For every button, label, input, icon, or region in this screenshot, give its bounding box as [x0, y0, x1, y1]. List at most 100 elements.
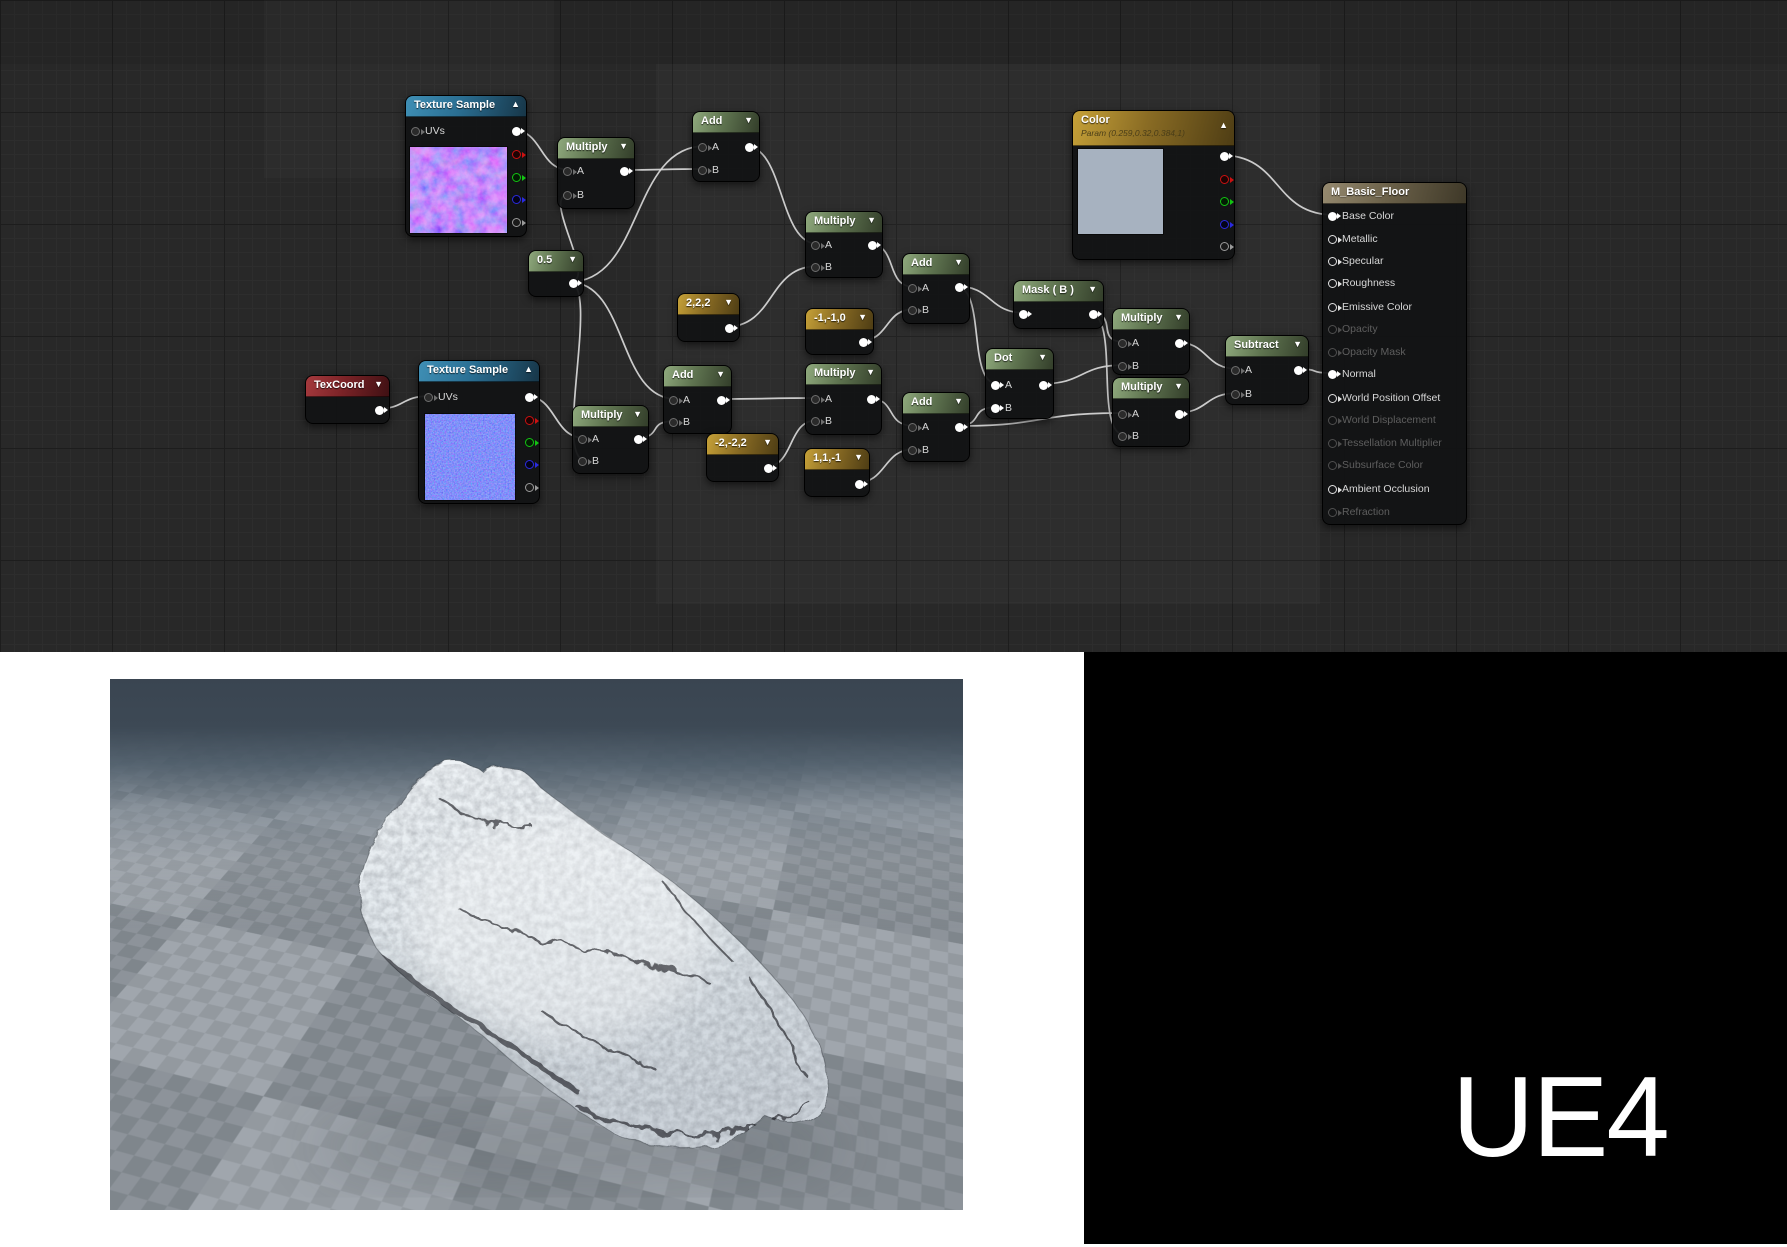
- output-pin-out[interactable]: [634, 434, 647, 444]
- input-pin-b[interactable]: [563, 190, 577, 200]
- input-pin-b[interactable]: [811, 416, 825, 426]
- node-header[interactable]: Multiply ▼: [1113, 309, 1189, 330]
- input-pin-ssc[interactable]: [1328, 460, 1342, 470]
- input-pin-a[interactable]: [908, 283, 922, 293]
- output-pin-out[interactable]: [1089, 309, 1102, 319]
- output-pin-b[interactable]: [525, 459, 539, 469]
- node-header[interactable]: Texture Sample ▲: [406, 96, 526, 117]
- node-header[interactable]: Subtract ▼: [1226, 336, 1308, 357]
- input-pin-wpo[interactable]: [1328, 393, 1342, 403]
- collapse-down-icon[interactable]: ▼: [374, 379, 383, 389]
- node-cm1m10[interactable]: -1,-1,0 ▼: [805, 308, 874, 355]
- output-pin-b[interactable]: [512, 194, 526, 204]
- collapse-down-icon[interactable]: ▼: [954, 257, 963, 267]
- node-header[interactable]: -1,-1,0 ▼: [806, 309, 873, 330]
- node-texcoord[interactable]: TexCoord ▼: [305, 375, 390, 424]
- output-pin-a[interactable]: [512, 217, 526, 227]
- input-pin-a[interactable]: [811, 394, 825, 404]
- output-pin-out[interactable]: [955, 422, 968, 432]
- output-pin-rgb[interactable]: [525, 392, 538, 402]
- collapse-down-icon[interactable]: ▼: [866, 367, 875, 377]
- node-header[interactable]: Mask ( B ) ▼: [1014, 281, 1103, 302]
- input-pin-b[interactable]: [908, 445, 922, 455]
- output-pin-out[interactable]: [867, 394, 880, 404]
- output-pin-out[interactable]: [620, 166, 633, 176]
- input-pin-basecolor[interactable]: [1328, 211, 1341, 221]
- output-pin-out[interactable]: [745, 142, 758, 152]
- node-c05[interactable]: 0.5 ▼: [528, 250, 584, 297]
- node-multiply4[interactable]: Multiply ▼ A B: [1112, 308, 1190, 375]
- node-multiply3[interactable]: Multiply ▼ A B: [805, 363, 882, 435]
- collapse-down-icon[interactable]: ▼: [1038, 352, 1047, 362]
- node-header[interactable]: -2,-2,2 ▼: [707, 434, 778, 455]
- output-pin-out[interactable]: [955, 282, 968, 292]
- input-pin-specular[interactable]: [1328, 256, 1342, 266]
- node-header[interactable]: TexCoord ▼: [306, 376, 389, 397]
- input-pin-wd[interactable]: [1328, 415, 1342, 425]
- collapse-down-icon[interactable]: ▼: [744, 115, 753, 125]
- collapse-down-icon[interactable]: ▼: [568, 254, 577, 264]
- output-pin-g[interactable]: [1220, 196, 1234, 206]
- collapse-down-icon[interactable]: ▼: [954, 396, 963, 406]
- node-header[interactable]: Multiply ▼: [806, 212, 882, 233]
- input-pin-b[interactable]: [1231, 389, 1245, 399]
- output-pin-out[interactable]: [725, 323, 738, 333]
- collapse-down-icon[interactable]: ▼: [858, 312, 867, 322]
- node-header[interactable]: Add ▼: [693, 112, 759, 133]
- node-multiply5[interactable]: Multiply ▼ A B: [1112, 377, 1190, 447]
- collapse-down-icon[interactable]: ▼: [1174, 312, 1183, 322]
- node-texsample2[interactable]: Texture Sample ▲ UVs: [418, 360, 540, 504]
- collapse-down-icon[interactable]: ▼: [724, 297, 733, 307]
- wire[interactable]: [1219, 154, 1336, 216]
- collapse-up-icon[interactable]: ▲: [1219, 120, 1228, 130]
- node-header[interactable]: Multiply ▼: [558, 138, 634, 159]
- node-multiply1[interactable]: Multiply ▼ A B: [557, 137, 635, 209]
- node-multiply2[interactable]: Multiply ▼ A B: [805, 211, 883, 278]
- output-pin-b[interactable]: [1220, 219, 1234, 229]
- node-header[interactable]: Multiply ▼: [1113, 378, 1189, 399]
- output-pin-r[interactable]: [1220, 174, 1234, 184]
- collapse-down-icon[interactable]: ▼: [867, 215, 876, 225]
- node-header[interactable]: M_Basic_Floor: [1323, 183, 1466, 204]
- collapse-down-icon[interactable]: ▼: [633, 409, 642, 419]
- input-pin-a[interactable]: [991, 380, 1004, 390]
- node-header[interactable]: Texture Sample ▲: [419, 361, 539, 382]
- input-pin-a[interactable]: [811, 240, 825, 250]
- collapse-down-icon[interactable]: ▼: [763, 437, 772, 447]
- collapse-down-icon[interactable]: ▼: [854, 452, 863, 462]
- output-pin-out[interactable]: [1175, 338, 1188, 348]
- input-pin-b[interactable]: [1118, 361, 1132, 371]
- node-header[interactable]: Multiply ▼: [806, 364, 881, 385]
- node-header[interactable]: Add ▼: [664, 366, 731, 387]
- output-pin-out[interactable]: [764, 463, 777, 473]
- output-pin-out[interactable]: [1294, 365, 1307, 375]
- node-texsample1[interactable]: Texture Sample ▲ UVs: [405, 95, 527, 237]
- material-graph-canvas[interactable]: Texture Sample ▲ UVs Multiply ▼ A B Add ▼ A B 0.5 ▼ T…: [0, 0, 1787, 652]
- input-pin-b[interactable]: [698, 165, 712, 175]
- color-swatch[interactable]: [1077, 148, 1164, 235]
- node-add4[interactable]: Add ▼ A B: [902, 253, 970, 324]
- node-header[interactable]: Color Param (0.259,0.32,0.384,1) ▲: [1073, 111, 1234, 146]
- input-pin-normal[interactable]: [1328, 369, 1341, 379]
- output-pin-a[interactable]: [525, 482, 539, 492]
- collapse-down-icon[interactable]: ▼: [1088, 284, 1097, 294]
- output-pin-g[interactable]: [525, 437, 539, 447]
- input-pin-ao[interactable]: [1328, 484, 1342, 494]
- node-add3[interactable]: Add ▼ A B: [902, 392, 970, 462]
- node-header[interactable]: Multiply ▼: [573, 406, 648, 427]
- input-pin-a[interactable]: [1118, 338, 1132, 348]
- input-pin-a[interactable]: [669, 395, 683, 405]
- collapse-down-icon[interactable]: ▼: [619, 141, 628, 151]
- node-header[interactable]: 0.5 ▼: [529, 251, 583, 272]
- output-pin-out[interactable]: [569, 278, 582, 288]
- node-color[interactable]: Color Param (0.259,0.32,0.384,1) ▲: [1072, 110, 1235, 260]
- collapse-down-icon[interactable]: ▼: [1174, 381, 1183, 391]
- node-add2[interactable]: Add ▼ A B: [663, 365, 732, 434]
- input-pin-b[interactable]: [578, 456, 592, 466]
- input-pin-b[interactable]: [811, 262, 825, 272]
- node-dot[interactable]: Dot ▼ A B: [985, 348, 1054, 419]
- input-pin-uvs[interactable]: [411, 126, 425, 136]
- input-pin-b[interactable]: [908, 305, 922, 315]
- wire[interactable]: [716, 397, 819, 400]
- input-pin-uvs[interactable]: [424, 392, 438, 402]
